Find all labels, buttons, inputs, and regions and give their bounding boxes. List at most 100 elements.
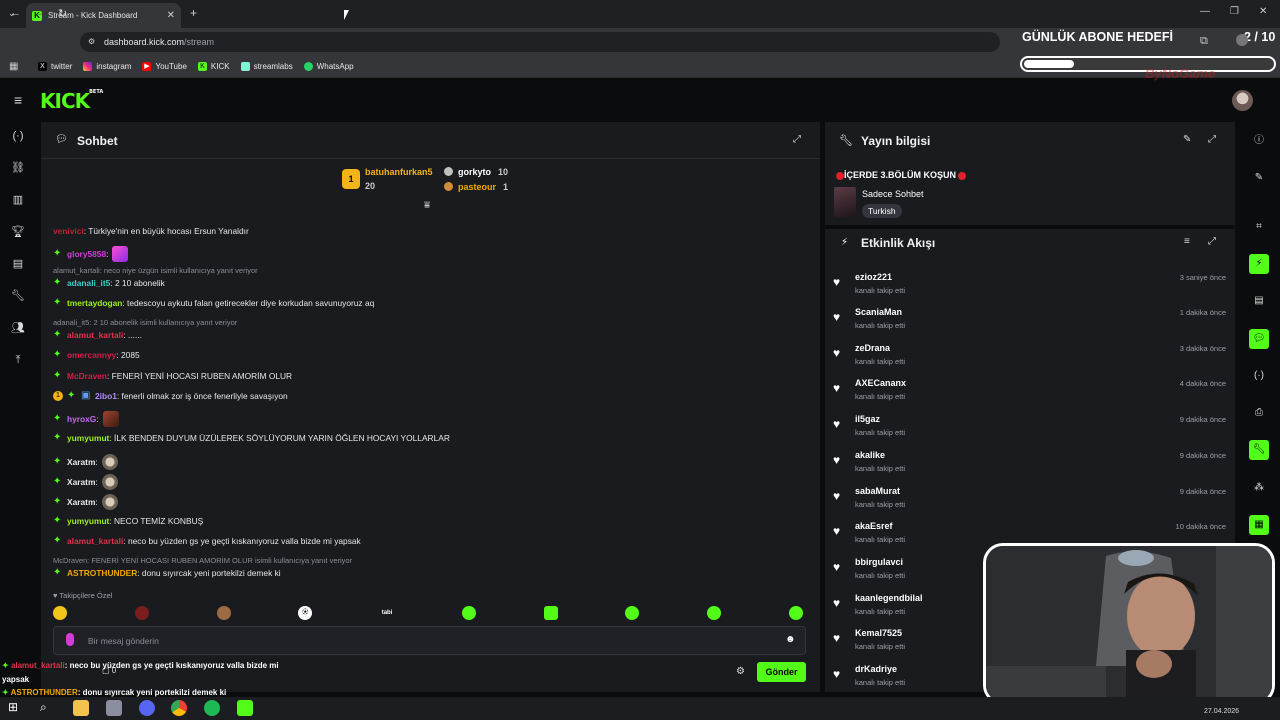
chat-settings-icon[interactable]: ⚙	[736, 666, 745, 677]
wrench-tool-icon[interactable]: 🔧︎	[1249, 440, 1269, 460]
filter-icon[interactable]: ≡	[1184, 236, 1190, 247]
category-name[interactable]: Sadece Sohbet	[862, 189, 924, 199]
reload-icon[interactable]: ↻	[58, 7, 67, 20]
back-arrow-icon[interactable]: ←	[10, 7, 21, 19]
subscriber-badge-icon: ✦	[53, 496, 62, 507]
file-explorer-icon[interactable]	[73, 700, 89, 716]
rank-1-badge: 1	[342, 169, 360, 189]
analytics-icon[interactable]: ▥	[11, 193, 25, 207]
edit-pencil-icon[interactable]: ✎	[1249, 168, 1269, 188]
popout-icon[interactable]: ⤢	[1208, 134, 1216, 145]
windows-start-icon[interactable]: ⊞	[8, 700, 24, 716]
apps-grid-icon[interactable]: ▦	[9, 61, 18, 72]
chat-message: ✦ omercannyy: 2085	[53, 349, 140, 361]
kick-emote-ghost[interactable]	[461, 606, 476, 620]
kick-emote-face[interactable]	[625, 606, 640, 620]
extensions-icon[interactable]: ⧉	[1200, 35, 1208, 48]
activity-item: ♥ ezioz221 kanalı takip etti 3 saniye önce	[833, 272, 1226, 295]
microphone-icon[interactable]	[66, 633, 74, 646]
heart-icon: ♥	[833, 381, 841, 395]
tabi-emote[interactable]: tabi	[380, 606, 394, 620]
kick-emote-mail[interactable]	[543, 606, 558, 620]
new-tab-button[interactable]: +	[190, 6, 197, 20]
bookmark-whatsapp[interactable]: WhatsApp	[303, 62, 354, 71]
emote-1[interactable]	[53, 606, 67, 620]
community-icon[interactable]: 👥︎	[11, 321, 25, 335]
wrench-icon[interactable]: 🔧︎	[11, 289, 25, 303]
trophy-icon[interactable]: 🏆︎	[11, 225, 25, 239]
url-input[interactable]: dashboard.kick.com/stream	[80, 32, 1000, 52]
emote-3[interactable]	[216, 606, 231, 620]
send-button[interactable]: Gönder	[757, 662, 806, 682]
chat-message-input[interactable]: Bir mesaj gönderin ☻	[53, 626, 806, 655]
heart-icon: ♥	[833, 453, 841, 467]
left-nav-rail	[0, 122, 36, 692]
silver-medal-icon	[444, 167, 453, 176]
printer-icon[interactable]: ⎙	[1249, 403, 1269, 423]
tab-close-icon[interactable]: ✕	[167, 10, 175, 21]
maximize-button[interactable]: ❐	[1230, 6, 1239, 17]
leader-third-name[interactable]: pasteour	[458, 182, 496, 192]
heart-icon: ♥	[833, 631, 841, 645]
kick-app-icon[interactable]	[237, 700, 253, 716]
chat-message: ✦ alamut_kartali: neco bu yüzden gs ye ge…	[53, 535, 361, 547]
subscriber-badge-icon: ✦	[53, 277, 62, 288]
lightning-tool-icon[interactable]: ⚡︎	[1249, 254, 1269, 274]
leader-first-name[interactable]: batuhanfurkan5	[365, 167, 433, 177]
chat-message: ✦ Xaratm:	[53, 454, 118, 470]
hamburger-menu-icon[interactable]: ≡	[14, 92, 22, 108]
broadcast-icon[interactable]: (·)	[1249, 366, 1269, 386]
bronze-medal-icon	[444, 182, 453, 191]
search-icon[interactable]: ⌕	[40, 700, 56, 716]
language-tag: Turkish	[862, 204, 902, 218]
activity-item: ♥ AXECananx kanalı takip etti 4 dakika önce	[833, 378, 1226, 401]
kick-logo[interactable]: KICKBETA	[40, 89, 103, 113]
media-icon[interactable]: ▤	[11, 257, 25, 271]
crop-icon[interactable]: ⌗	[1249, 217, 1269, 237]
sub-goal-icon	[1236, 34, 1248, 46]
spotify-icon[interactable]	[204, 700, 220, 716]
leader-second-name[interactable]: gorkyto	[458, 167, 491, 177]
emoji-icon[interactable]: ☻	[785, 634, 796, 645]
share-icon[interactable]: ⁂	[1249, 478, 1269, 498]
bookmark-streamlabs[interactable]: streamlabs	[240, 62, 293, 71]
leader-second-value: 10	[498, 167, 509, 177]
user-avatar[interactable]	[1232, 90, 1253, 111]
forward-arrow-icon[interactable]: →	[34, 7, 45, 19]
app-icon[interactable]	[106, 700, 122, 716]
bookmark-youtube[interactable]: ▶ YouTube	[142, 62, 187, 71]
taskbar-date: 27.04.2026	[1204, 708, 1240, 715]
chat-filter-icon[interactable]: ⩸	[424, 200, 430, 211]
kick-emote-skull[interactable]	[788, 606, 803, 620]
browser-tab[interactable]: K Stream - Kick Dashboard ✕	[26, 3, 181, 28]
bookmark-twitter[interactable]: Xtwitter	[38, 62, 72, 71]
emote-bar: ⚽︎ tabi	[53, 604, 803, 622]
emote-2[interactable]	[134, 606, 149, 620]
link-icon[interactable]: ⛓	[11, 161, 25, 175]
bookmark-kick[interactable]: K KICK	[197, 62, 230, 71]
category-thumbnail[interactable]	[834, 187, 856, 217]
soccer-ball-emote[interactable]: ⚽︎	[298, 606, 313, 620]
edit-pencil-icon[interactable]: ✎	[1183, 134, 1191, 145]
heart-icon: ♥	[833, 560, 841, 574]
window-close-button[interactable]: ✕	[1259, 6, 1267, 17]
activity-title: Etkinlik Akışı	[861, 236, 936, 250]
info-icon[interactable]: ⓘ	[1249, 131, 1269, 151]
chat-message: ✦ Xaratm:	[53, 474, 118, 490]
discord-icon[interactable]	[139, 700, 155, 716]
minimize-button[interactable]: —	[1200, 6, 1210, 17]
chat-message: 1 ✦ ▣ 2ibo1: fenerli olmak zor iş önce fene…	[53, 391, 288, 401]
popout-icon[interactable]: ⤢	[793, 134, 801, 145]
bookmark-instagram[interactable]: instagram	[83, 62, 131, 71]
chat-message: ✦ yumyumut: İLK BENDEN DUYUM ÜZÜLEREK SÖY…	[53, 432, 450, 444]
clapperboard-icon[interactable]: ▦	[1249, 515, 1269, 535]
chrome-icon[interactable]	[171, 700, 187, 716]
site-info-icon[interactable]: ⚙	[88, 37, 95, 46]
document-icon[interactable]: ▤	[1249, 291, 1269, 311]
reply-context: adanali_it5: 2 10 abonelik isimli kullan…	[53, 318, 238, 327]
popout-icon[interactable]: ⤢	[1208, 236, 1216, 247]
broadcast-icon[interactable]: (·)	[11, 129, 25, 143]
chat-tool-icon[interactable]: 💬︎	[1249, 329, 1269, 349]
kick-emote-blob[interactable]	[707, 606, 722, 620]
upload-icon[interactable]: ⤒	[11, 353, 25, 367]
